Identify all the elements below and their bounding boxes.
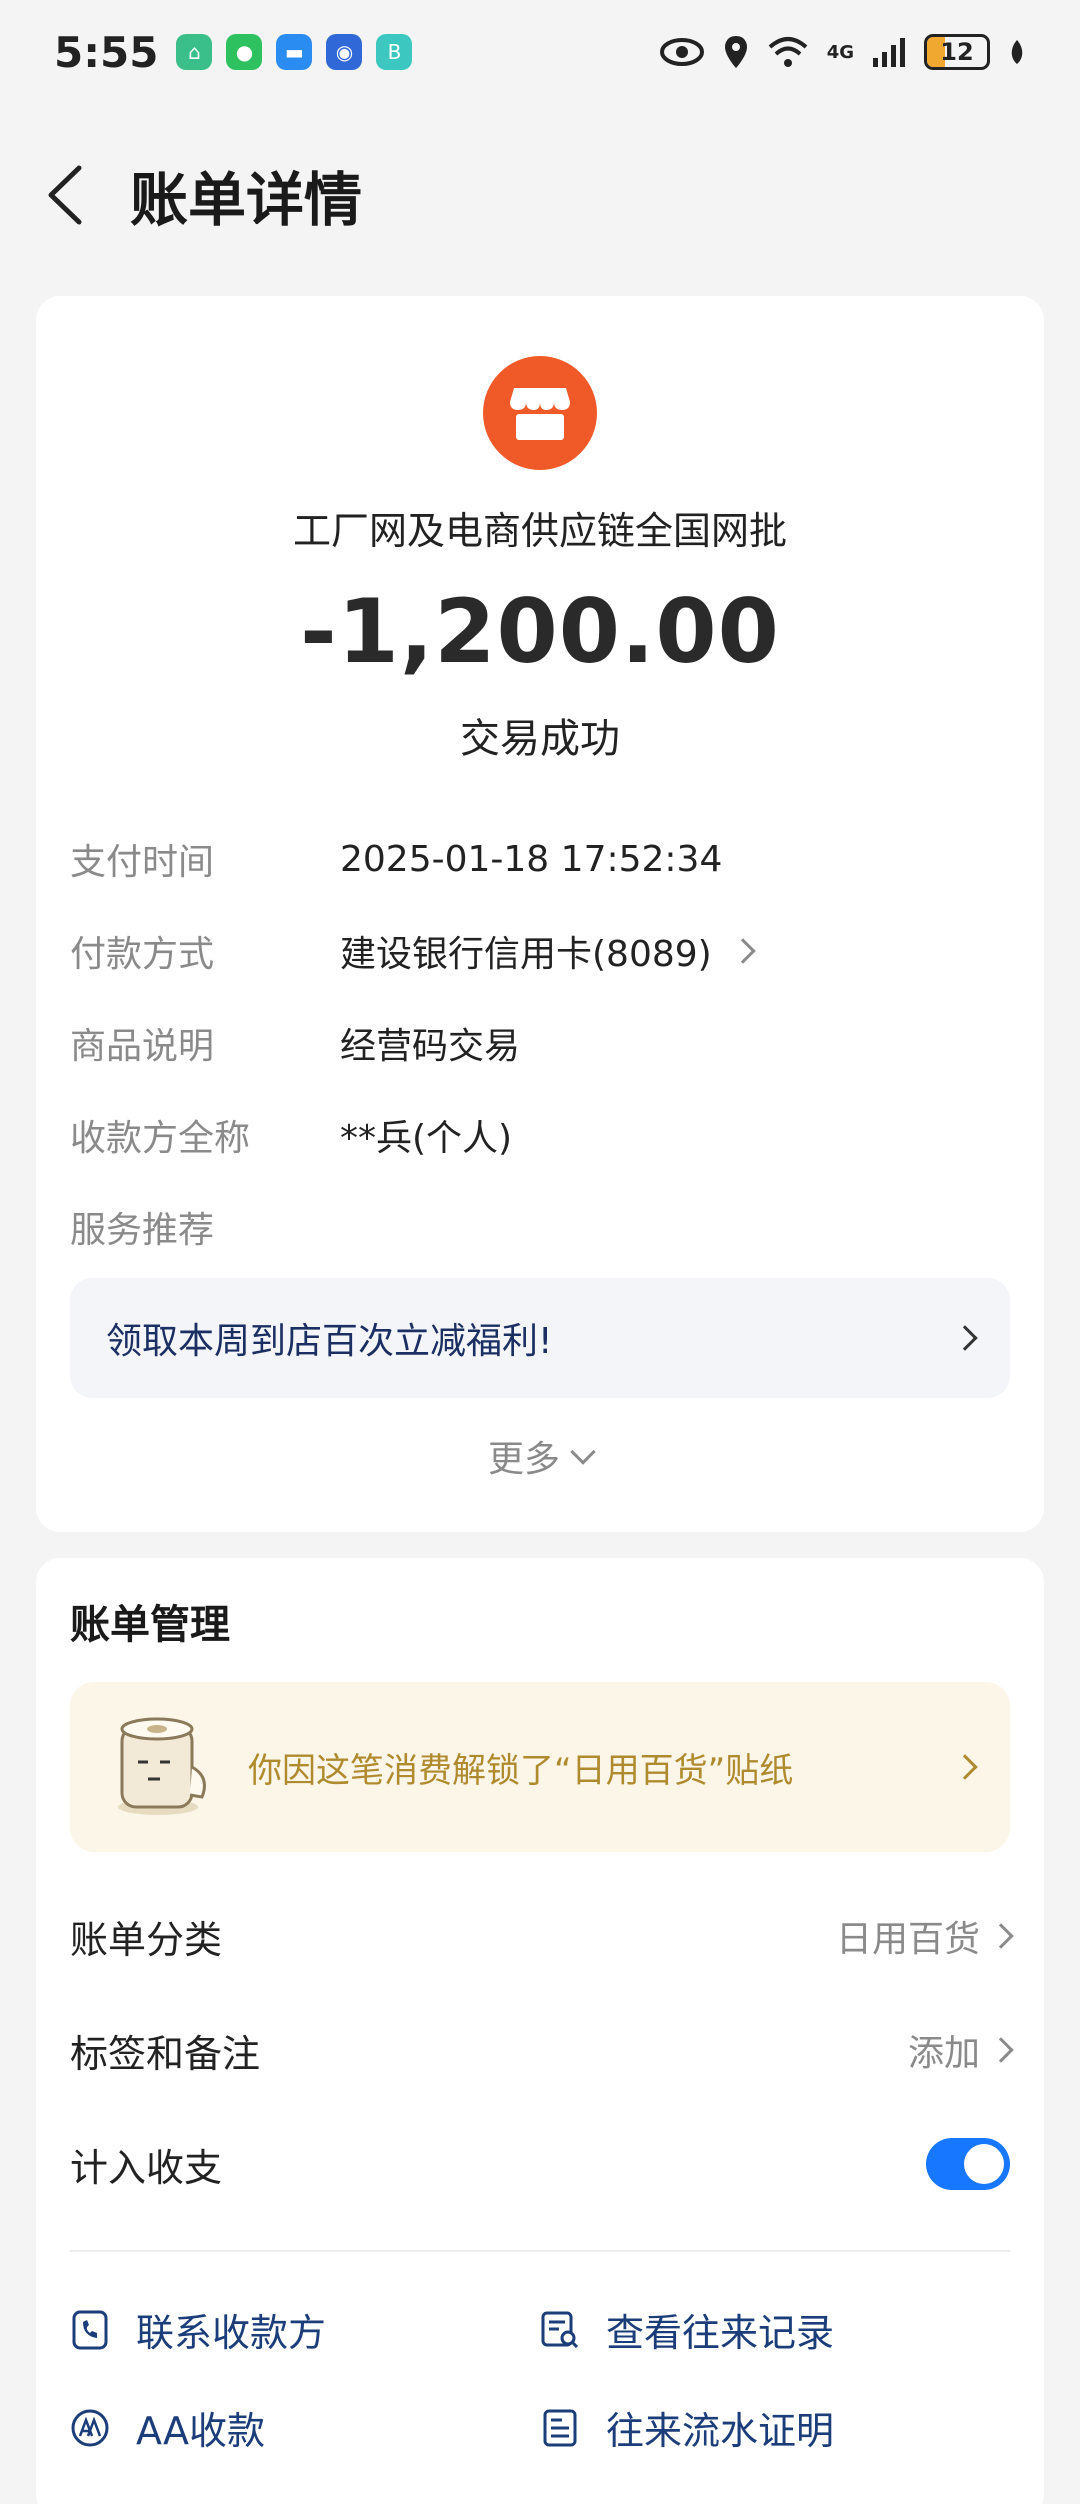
detail-label: 付款方式 — [70, 934, 215, 975]
bill-category-row[interactable]: 账单分类 日用百货 — [70, 1896, 1014, 1976]
transaction-amount: -1,200.00 — [300, 580, 780, 683]
flow-proof-button[interactable]: 往来流水证明 — [540, 2400, 834, 2455]
action-label: 往来流水证明 — [606, 2409, 835, 2453]
view-history-button[interactable]: 查看往来记录 — [540, 2302, 834, 2357]
chevron-right-icon — [988, 2037, 1014, 2063]
document-icon — [543, 2409, 577, 2446]
detail-value: 2025-01-18 17:52:34 — [340, 838, 723, 880]
sticker-banner[interactable]: 你因这笔消费解锁了“日用百货”贴纸 — [70, 1682, 1010, 1852]
detail-row-service: 服务推荐 — [70, 1192, 340, 1262]
aa-collect-button[interactable]: AA收款 — [70, 2400, 265, 2455]
detail-value: 建设银行信用卡(8089) — [340, 925, 756, 977]
back-button[interactable] — [0, 140, 130, 250]
row-label: 账单分类 — [70, 1917, 223, 1962]
tissue-roll-icon — [118, 1717, 206, 1815]
sticker-text: 你因这笔消费解锁了“日用百货”贴纸 — [248, 1750, 794, 1791]
tags-notes-row[interactable]: 标签和备注 添加 — [70, 2010, 1014, 2090]
chevron-right-icon — [952, 1325, 978, 1351]
home-app-icon: ⌂ — [176, 34, 213, 70]
notification-icons: ⌂ ● ▬ ◉ B — [176, 34, 413, 70]
aa-icon — [71, 2409, 109, 2446]
detail-row-payee: 收款方全称 **兵(个人) — [70, 1100, 512, 1170]
battery-indicator: 12 — [924, 34, 990, 70]
eye-icon — [659, 38, 704, 66]
transaction-card: 工厂网及电商供应链全国网批 -1,200.00 交易成功 支付时间 2025-0… — [36, 296, 1044, 1532]
include-in-budget-row: 计入收支 — [70, 2124, 1010, 2204]
clock: 5:55 — [54, 27, 159, 77]
wifi-icon — [768, 37, 808, 67]
row-value: 日用百货 — [835, 1919, 980, 1960]
browser-icon: ◉ — [326, 34, 363, 70]
chevron-right-icon — [988, 1923, 1014, 1949]
signal-icon — [873, 38, 905, 67]
section-title: 账单管理 — [70, 1602, 230, 1648]
leaf-icon — [1011, 40, 1023, 64]
contact-payee-button[interactable]: 联系收款方 — [70, 2302, 326, 2357]
record-search-icon — [541, 2311, 579, 2348]
merchant-name: 工厂网及电商供应链全国网批 — [292, 509, 787, 553]
detail-label: 商品说明 — [70, 1026, 215, 1067]
detail-label: 支付时间 — [70, 842, 215, 883]
action-label: 联系收款方 — [136, 2311, 327, 2355]
row-label: 标签和备注 — [70, 2031, 261, 2076]
message-icon: ▬ — [276, 34, 313, 70]
detail-label: 收款方全称 — [70, 1118, 251, 1159]
page-header: 账单详情 — [0, 140, 1080, 250]
detail-label: 服务推荐 — [70, 1210, 215, 1251]
phone-icon — [72, 2310, 108, 2349]
row-label: 计入收支 — [70, 2145, 223, 2190]
detail-row-payment-method[interactable]: 付款方式 建设银行信用卡(8089) — [70, 916, 756, 986]
more-label: 更多 — [487, 1439, 560, 1480]
chevron-right-icon — [729, 938, 756, 964]
chevron-left-icon — [48, 165, 82, 225]
row-value: 添加 — [907, 2033, 980, 2074]
action-label: AA收款 — [136, 2409, 266, 2453]
wechat-icon: ● — [226, 34, 263, 70]
more-button[interactable]: 更多 — [36, 1426, 1044, 1486]
page-title: 账单详情 — [130, 166, 363, 234]
location-icon — [724, 36, 747, 68]
network-label: 4G — [826, 41, 854, 63]
status-bar: 5:55 ⌂ ● ▬ ◉ B 4G 12 — [0, 0, 1080, 104]
detail-row-pay-time: 支付时间 2025-01-18 17:52:34 — [70, 824, 722, 894]
action-label: 查看往来记录 — [606, 2311, 835, 2355]
transaction-status: 交易成功 — [460, 716, 620, 762]
chevron-right-icon — [952, 1754, 978, 1780]
chevron-down-icon — [570, 1439, 596, 1465]
app-b-icon: B — [376, 34, 413, 70]
detail-value: 经营码交易 — [340, 1026, 521, 1067]
promo-banner[interactable]: 领取本周到店百次立减福利! — [70, 1278, 1010, 1398]
divider — [70, 2250, 1010, 2252]
detail-value: **兵(个人) — [340, 1118, 513, 1159]
promo-text: 领取本周到店百次立减福利! — [106, 1321, 553, 1362]
store-icon — [483, 356, 597, 470]
bill-management-card: 账单管理 你因这笔消费解锁了“日用百货”贴纸 账单分类 日用百货 标签和备注 添… — [36, 1558, 1044, 2504]
include-toggle[interactable] — [926, 2138, 1010, 2190]
detail-row-description: 商品说明 经营码交易 — [70, 1008, 520, 1078]
